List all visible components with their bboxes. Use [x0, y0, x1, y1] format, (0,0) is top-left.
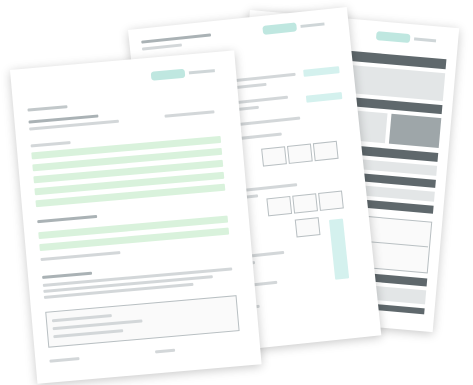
mid-small-box — [292, 193, 318, 214]
back-logo — [375, 31, 411, 44]
front-date — [164, 110, 215, 118]
mid-side-bar — [328, 218, 350, 280]
back-table-cell — [388, 113, 442, 148]
front-logo-text — [188, 69, 215, 75]
front-document-sheet — [10, 50, 262, 384]
front-logo — [150, 68, 186, 81]
back-logo-text — [413, 37, 437, 43]
front-footer-text — [49, 357, 80, 363]
front-text-line — [27, 105, 68, 112]
front-field-label — [30, 141, 71, 148]
mid-header-subtext — [141, 43, 183, 51]
front-text-line — [40, 251, 121, 262]
mid-small-box — [266, 195, 293, 217]
mid-value-field — [305, 92, 343, 103]
mid-small-box — [261, 146, 287, 167]
mid-small-box — [312, 140, 339, 162]
mid-small-box — [318, 190, 344, 211]
mid-value-field — [303, 66, 340, 77]
front-footer-text — [154, 348, 176, 354]
mid-logo — [262, 22, 298, 35]
mid-header-text — [141, 33, 212, 44]
mid-small-box — [294, 217, 321, 238]
mid-small-box — [286, 143, 313, 164]
front-section-title — [42, 271, 93, 279]
front-section-title — [37, 214, 98, 224]
mid-logo-text — [300, 22, 325, 28]
